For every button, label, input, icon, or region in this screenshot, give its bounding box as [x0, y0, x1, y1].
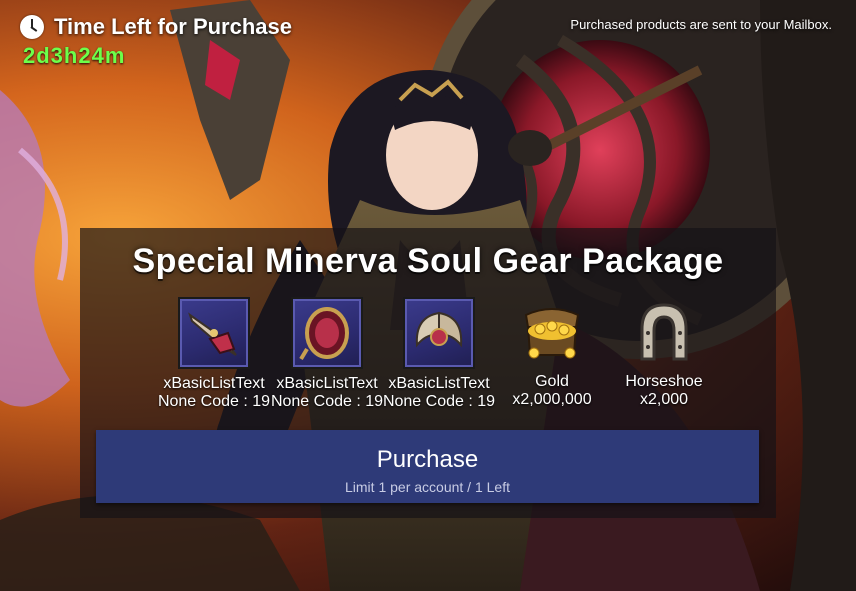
package-item[interactable]: xBasicListText None Code : 19: [379, 295, 499, 411]
package-item[interactable]: xBasicListText None Code : 19: [154, 295, 274, 411]
package-item[interactable]: Horseshoe x2,000: [604, 295, 724, 409]
item-quantity: None Code : 19: [157, 393, 271, 410]
package-item[interactable]: Gold x2,000,000: [492, 295, 612, 409]
timer-value: 2d3h24m: [23, 43, 126, 68]
package-title: Special Minerva Soul Gear Package: [132, 242, 724, 280]
purchase-timer: Time Left for Purchase 2d3h24m: [20, 14, 292, 69]
item-quantity: x2,000: [639, 391, 689, 408]
clock-icon: [20, 15, 44, 39]
timer-title: Time Left for Purchase: [54, 14, 292, 39]
mailbox-notice: Purchased products are sent to your Mail…: [570, 17, 832, 32]
item-name: xBasicListText: [388, 375, 490, 392]
item-name: Horseshoe: [625, 373, 703, 390]
package-panel: Special Minerva Soul Gear Package xBasic…: [80, 228, 776, 518]
purchase-label: Purchase: [376, 446, 479, 473]
item-quantity: None Code : 19: [382, 393, 496, 410]
item-quantity: x2,000,000: [512, 391, 592, 408]
item-name: Gold: [535, 373, 569, 390]
horseshoe-icon: [626, 295, 702, 371]
item-name: xBasicListText: [276, 375, 378, 392]
soul-gear-weapon-icon: [176, 297, 252, 373]
soul-gear-wings-icon: [401, 297, 477, 373]
package-item[interactable]: xBasicListText None Code : 19: [267, 295, 387, 411]
purchase-limit-text: Limit 1 per account / 1 Left: [345, 479, 510, 495]
gold-chest-icon: [514, 295, 590, 371]
purchase-button[interactable]: Purchase Limit 1 per account / 1 Left: [96, 430, 759, 503]
soul-gear-mirror-icon: [289, 297, 365, 373]
item-name: xBasicListText: [163, 375, 265, 392]
item-quantity: None Code : 19: [270, 393, 384, 410]
